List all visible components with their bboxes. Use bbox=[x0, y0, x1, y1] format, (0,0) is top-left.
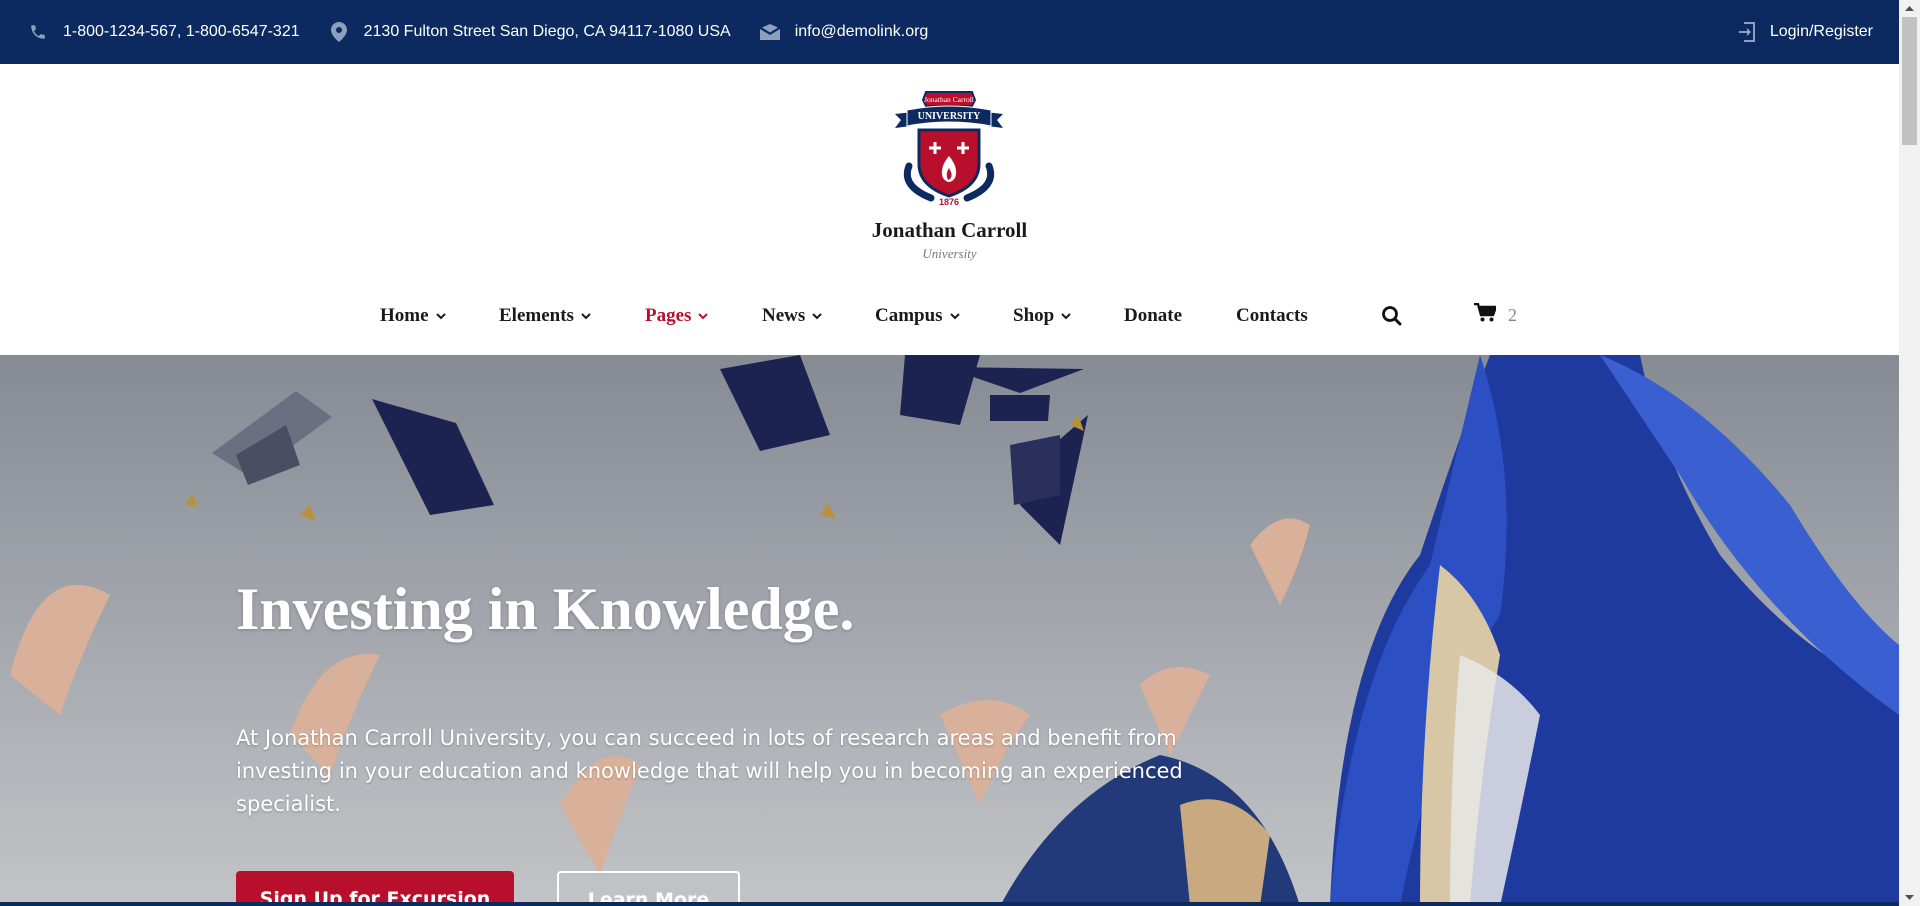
search-icon[interactable] bbox=[1380, 304, 1404, 328]
phone-text: 1-800-1234-567, 1-800-6547-321 bbox=[63, 23, 300, 40]
nav-label: Donate bbox=[1124, 305, 1183, 326]
contact-phone: 1-800-1234-567, 1-800-6547-321 bbox=[27, 21, 300, 43]
location-pin-icon bbox=[328, 21, 350, 43]
login-label[interactable]: Login/Register bbox=[1770, 23, 1873, 41]
address-text: 2130 Fulton Street San Diego, CA 94117-1… bbox=[363, 23, 731, 40]
chevron-down-icon bbox=[812, 311, 822, 321]
phone-icon bbox=[27, 21, 49, 43]
window-bottom-border bbox=[0, 902, 1899, 906]
hero-title: Investing in Knowledge. bbox=[236, 576, 855, 642]
scroll-down-arrow-icon[interactable] bbox=[1899, 889, 1920, 906]
svg-text:1876: 1876 bbox=[939, 197, 959, 206]
chevron-down-icon bbox=[698, 311, 709, 321]
cart-icon bbox=[1474, 302, 1498, 328]
scroll-up-arrow-icon[interactable] bbox=[1899, 0, 1920, 17]
nav-label: Contacts bbox=[1236, 305, 1308, 326]
nav-item-contacts[interactable]: Contacts bbox=[1236, 290, 1308, 342]
chevron-down-icon bbox=[435, 311, 446, 321]
nav-label: News bbox=[762, 305, 806, 326]
hero-description: At Jonathan Carroll University, you can … bbox=[236, 726, 1183, 816]
login-register-link[interactable]: Login/Register bbox=[1736, 0, 1873, 64]
brand-name[interactable]: Jonathan Carroll bbox=[0, 218, 1899, 243]
nav-label: Shop bbox=[1013, 305, 1055, 326]
nav-label: Elements bbox=[499, 305, 574, 326]
hero-banner: Investing in Knowledge. At Jonathan Carr… bbox=[0, 355, 1899, 906]
nav-label: Pages bbox=[645, 305, 692, 326]
sign-up-excursion-button[interactable]: Sign Up for Excursion bbox=[236, 871, 514, 906]
nav-item-campus[interactable]: Campus bbox=[875, 290, 960, 342]
nav-item-elements[interactable]: Elements bbox=[499, 290, 591, 342]
contact-email[interactable]: info@demolink.org bbox=[759, 21, 929, 43]
brand-subtitle: University bbox=[922, 246, 977, 261]
chevron-down-icon bbox=[1061, 311, 1071, 321]
email-link[interactable]: info@demolink.org bbox=[795, 23, 929, 41]
svg-text:Jonathan Carroll: Jonathan Carroll bbox=[924, 95, 974, 104]
nav-item-news[interactable]: News bbox=[762, 290, 822, 342]
nav-item-shop[interactable]: Shop bbox=[1013, 290, 1071, 342]
nav-item-pages[interactable]: Pages bbox=[645, 290, 709, 342]
login-icon bbox=[1736, 21, 1758, 43]
nav-label: Home bbox=[380, 305, 429, 326]
main-navigation: Home Elements Pages News Campus Shop Don… bbox=[0, 290, 1899, 342]
chevron-down-icon bbox=[581, 311, 591, 321]
cart-count: 2 bbox=[1508, 304, 1517, 325]
top-bar: 1-800-1234-567, 1-800-6547-321 2130 Fult… bbox=[0, 0, 1899, 64]
scrollbar-thumb[interactable] bbox=[1902, 17, 1917, 145]
contact-address: 2130 Fulton Street San Diego, CA 94117-1… bbox=[328, 21, 731, 43]
page-scrollbar[interactable] bbox=[1899, 0, 1920, 906]
chevron-down-icon bbox=[949, 311, 960, 321]
envelope-icon bbox=[759, 21, 781, 43]
nav-item-donate[interactable]: Donate bbox=[1124, 290, 1182, 342]
university-logo[interactable]: Jonathan Carroll UNIVERSITY 1876 bbox=[891, 86, 1007, 207]
nav-label: Campus bbox=[875, 305, 943, 326]
learn-more-button[interactable]: Learn More bbox=[557, 871, 740, 906]
cart-button[interactable]: 2 bbox=[1474, 302, 1517, 328]
svg-text:UNIVERSITY: UNIVERSITY bbox=[918, 111, 982, 122]
nav-item-home[interactable]: Home bbox=[380, 290, 446, 342]
site-header: Jonathan Carroll UNIVERSITY 1876 Jonatha… bbox=[0, 64, 1899, 355]
